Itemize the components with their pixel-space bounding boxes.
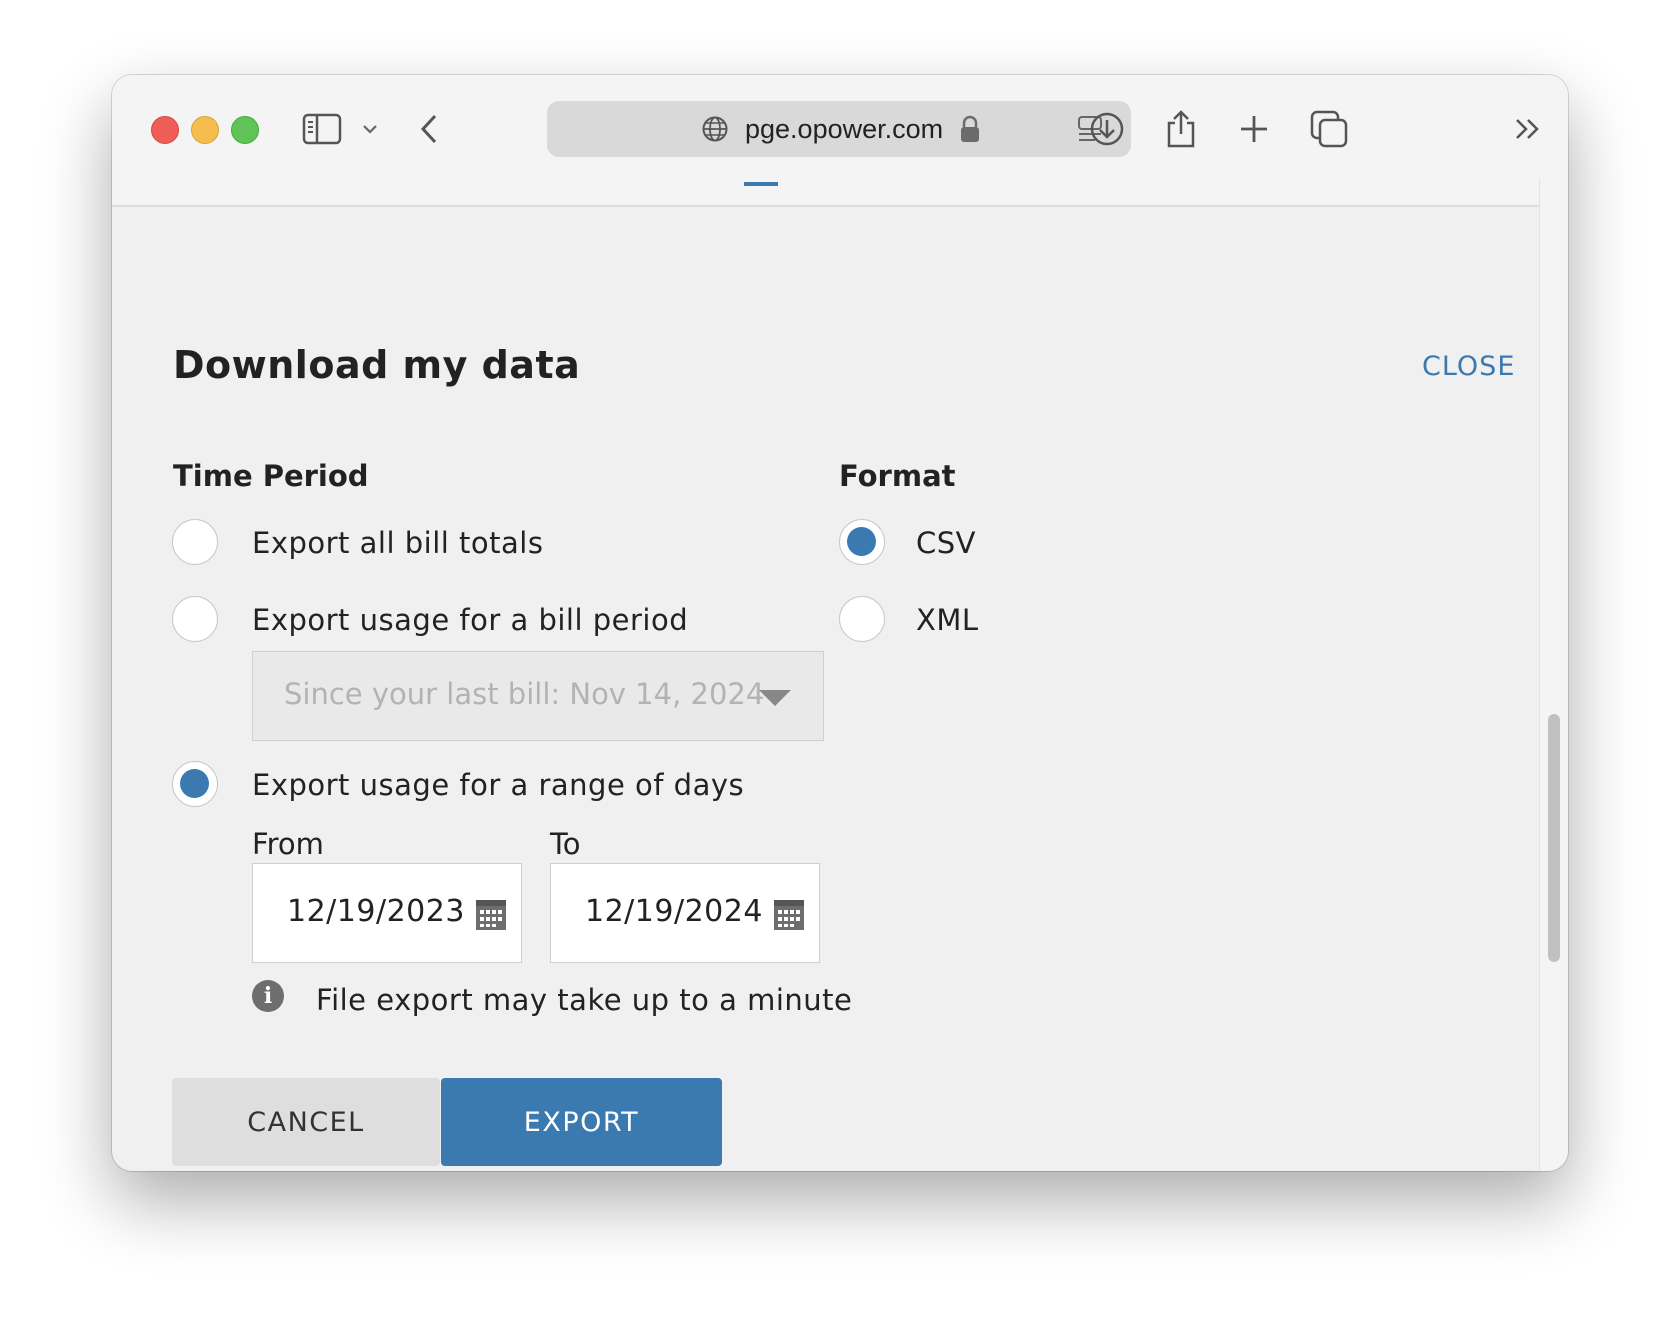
to-date-value: 12/19/2024: [585, 894, 763, 929]
close-link[interactable]: CLOSE: [1422, 351, 1515, 382]
calendar-icon[interactable]: [773, 897, 805, 935]
scrollbar-thumb[interactable]: [1548, 714, 1560, 962]
to-label: To: [550, 827, 581, 861]
bill-period-select-value: Since your last bill: Nov 14, 2024: [284, 677, 765, 711]
browser-window: pge.opower.com Download my data CLOSE Ti…: [112, 75, 1568, 1171]
from-date-value: 12/19/2023: [287, 894, 465, 929]
dialog-title: Download my data: [173, 343, 581, 387]
page-content: Download my data CLOSE Time Period Expor…: [112, 75, 1540, 1166]
from-date-input[interactable]: 12/19/2023: [252, 863, 522, 963]
time-period-heading: Time Period: [173, 459, 369, 493]
cancel-button[interactable]: CANCEL: [172, 1078, 440, 1166]
bill-period-select[interactable]: Since your last bill: Nov 14, 2024: [252, 651, 824, 741]
export-button[interactable]: EXPORT: [441, 1078, 722, 1166]
to-date-input[interactable]: 12/19/2024: [550, 863, 820, 963]
radio-label-export-range-of-days: Export usage for a range of days: [252, 768, 745, 802]
from-label: From: [252, 827, 324, 861]
radio-label-csv: CSV: [916, 526, 976, 560]
radio-format-xml[interactable]: [839, 596, 885, 642]
info-icon: i: [252, 980, 284, 1012]
radio-label-export-bill-period: Export usage for a bill period: [252, 603, 689, 637]
format-heading: Format: [839, 459, 956, 493]
export-info-text: File export may take up to a minute: [316, 983, 853, 1017]
calendar-icon[interactable]: [475, 897, 507, 935]
scrollbar[interactable]: [1539, 179, 1568, 1171]
radio-export-bill-period[interactable]: [172, 596, 218, 642]
radio-export-range-of-days[interactable]: [172, 761, 218, 807]
radio-label-xml: XML: [916, 603, 979, 637]
radio-label-export-all-bill-totals: Export all bill totals: [252, 526, 544, 560]
radio-format-csv[interactable]: [839, 519, 885, 565]
caret-down-icon: [759, 690, 791, 710]
radio-export-all-bill-totals[interactable]: [172, 519, 218, 565]
